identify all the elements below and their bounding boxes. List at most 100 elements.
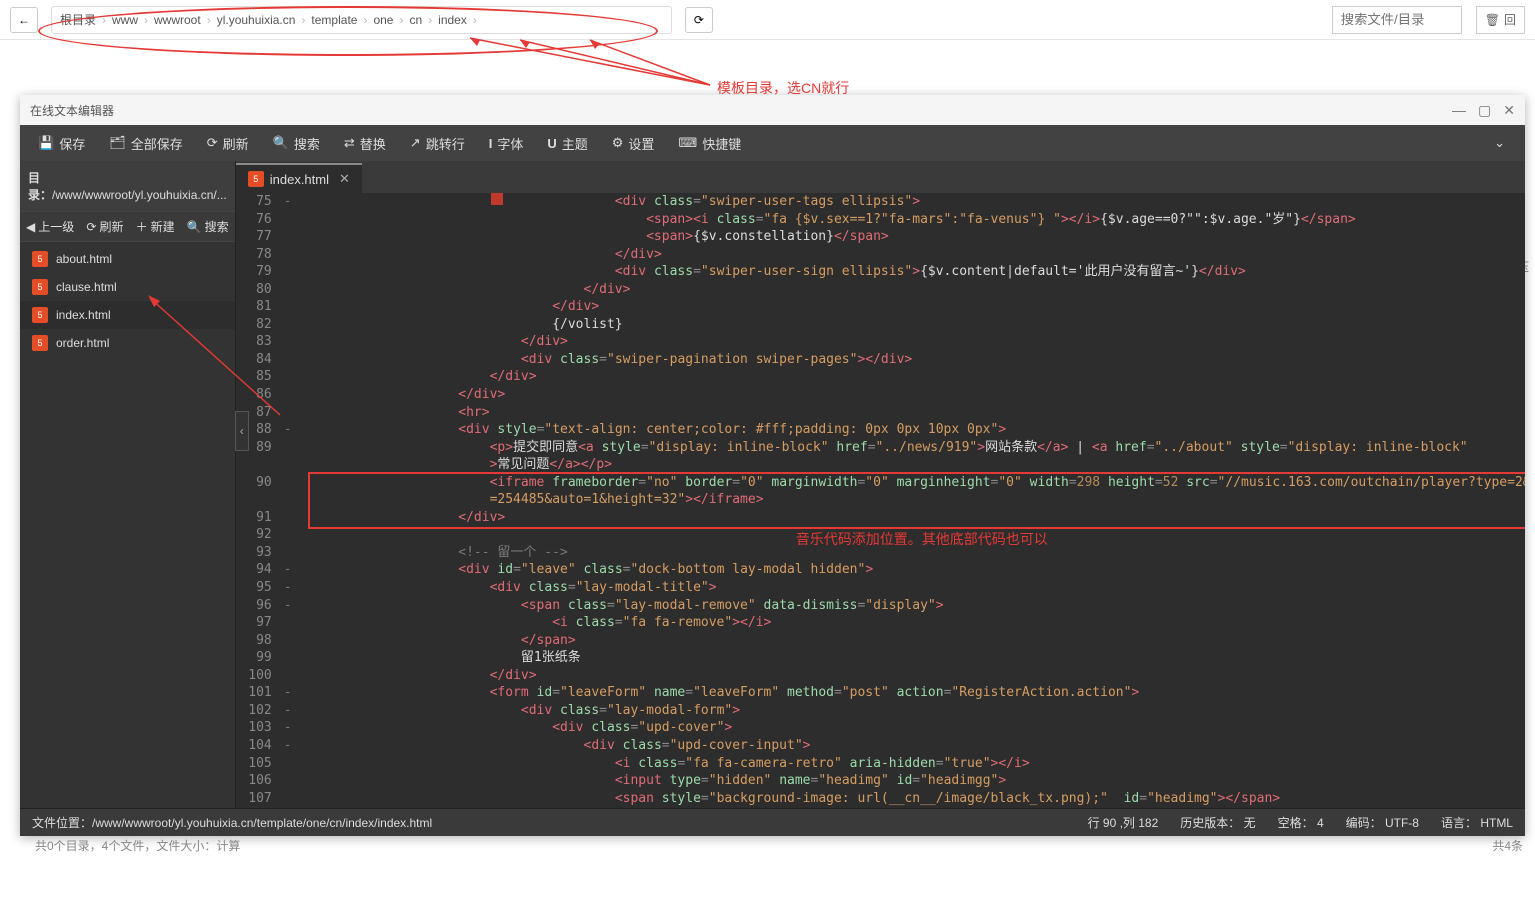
theme-button[interactable]: U 主题 [535, 125, 599, 161]
code-line[interactable]: 82 {/volist} [236, 316, 1525, 334]
code-line[interactable]: 91 </div> [236, 509, 1525, 527]
code-line[interactable]: 76 <span><i class="fa {$v.sex==1?"fa-mar… [236, 211, 1525, 229]
code-line[interactable]: 86 </div> [236, 386, 1525, 404]
annotation-top-text: 模板目录，选CN就行 [717, 78, 849, 98]
back-button[interactable]: ← [10, 7, 38, 33]
tab-bar: 5 index.html ✕ [236, 161, 1525, 193]
save-all-button[interactable]: 🗂 全部保存 [97, 125, 195, 161]
theme-label: 主题 [562, 134, 588, 153]
file-manager-topbar: ← 根目录›www›wwwroot›yl.youhuixia.cn›templa… [0, 0, 1535, 40]
tab-close-icon[interactable]: ✕ [339, 171, 350, 187]
tab-index-html[interactable]: 5 index.html ✕ [236, 163, 362, 193]
code-line[interactable]: 106 <input type="hidden" name="headimg" … [236, 772, 1525, 790]
settings-button[interactable]: ⚙ 设置 [600, 125, 667, 161]
sidebar-search-button[interactable]: 🔍 搜索 [187, 218, 229, 235]
status-cursor: 行 90 ,列 182 [1088, 814, 1159, 831]
code-line[interactable]: 89 <p>提交即同意<a style="display: inline-blo… [236, 439, 1525, 474]
sidebar-new-button[interactable]: ＋ 新建 [136, 218, 175, 235]
code-line[interactable]: 96- <span class="lay-modal-remove" data-… [236, 597, 1525, 615]
status-bar: 文件位置：/www/wwwroot/yl.youhuixia.cn/templa… [20, 808, 1525, 836]
font-button[interactable]: I 字体 [477, 125, 536, 161]
code-line[interactable]: 100 </div> [236, 667, 1525, 685]
sidebar-collapse-handle[interactable]: ‹ [235, 411, 249, 451]
chevron-right-icon: › [102, 13, 106, 27]
code-line[interactable]: 78 </div> [236, 246, 1525, 264]
code-line[interactable]: 85 </div> [236, 368, 1525, 386]
search-file-input[interactable] [1332, 6, 1462, 34]
code-line[interactable]: 101- <form id="leaveForm" name="leaveFor… [236, 684, 1525, 702]
breadcrumb-segment[interactable]: cn [409, 13, 422, 27]
code-line[interactable]: 88- <div style="text-align: center;color… [236, 421, 1525, 439]
trash-label: 回 [1504, 11, 1516, 28]
goto-label: 跳转行 [426, 134, 465, 153]
code-line[interactable]: 98 </span> [236, 632, 1525, 650]
sidebar-refresh-button[interactable]: ⟳ 刷新 [86, 218, 123, 235]
code-line[interactable]: 107 <span style="background-image: url(_… [236, 790, 1525, 808]
save-label: 保存 [59, 134, 85, 153]
breadcrumb-segment[interactable]: 根目录 [60, 11, 96, 28]
file-item[interactable]: 5about.html [20, 245, 235, 273]
refresh-button[interactable]: ⟳ 刷新 [195, 125, 261, 161]
html-file-icon: 5 [248, 171, 264, 187]
code-line[interactable]: 108 </div> [236, 807, 1525, 808]
minimize-icon[interactable]: — [1452, 102, 1466, 119]
trash-button[interactable]: 🗑 回 [1476, 6, 1525, 34]
status-history[interactable]: 历史版本： 无 [1180, 814, 1255, 831]
code-line[interactable]: 84 <div class="swiper-pagination swiper-… [236, 351, 1525, 369]
goto-button[interactable]: ↗ 跳转行 [398, 125, 477, 161]
chevron-right-icon: › [473, 13, 477, 27]
code-line[interactable]: 95- <div class="lay-modal-title"> [236, 579, 1525, 597]
breadcrumb-segment[interactable]: index [438, 13, 467, 27]
html-file-icon: 5 [32, 251, 48, 267]
expand-toolbar-icon[interactable]: ⌄ [1480, 125, 1519, 161]
code-line[interactable]: 90 <iframe frameborder="no" border="0" m… [236, 474, 1525, 509]
file-item[interactable]: 5clause.html [20, 273, 235, 301]
code-line[interactable]: 79 <div class="swiper-user-sign ellipsis… [236, 263, 1525, 281]
code-line[interactable]: 103- <div class="upd-cover"> [236, 719, 1525, 737]
shortcut-button[interactable]: ⌨ 快捷键 [666, 125, 753, 161]
close-icon[interactable]: ✕ [1503, 102, 1515, 119]
breadcrumb-segment[interactable]: one [373, 13, 393, 27]
breadcrumb-segment[interactable]: yl.youhuixia.cn [217, 13, 296, 27]
tab-label: index.html [270, 172, 329, 187]
replace-label: 替换 [360, 134, 386, 153]
html-file-icon: 5 [32, 279, 48, 295]
code-line[interactable]: 99 留1张纸条 [236, 649, 1525, 667]
code-line[interactable]: 102- <div class="lay-modal-form"> [236, 702, 1525, 720]
editor-window: 在线文本编辑器 — ▢ ✕ 💾 保存 🗂 全部保存 ⟳ 刷新 🔍 搜索 ⇄ 替换… [20, 95, 1525, 836]
shortcut-label: 快捷键 [702, 134, 741, 153]
code-area: 5 index.html ✕ ‹ 75- <div class="swiper-… [236, 161, 1525, 808]
chevron-right-icon: › [144, 13, 148, 27]
replace-button[interactable]: ⇄ 替换 [332, 125, 398, 161]
code-line[interactable]: 81 </div> [236, 298, 1525, 316]
code-line[interactable]: 83 </div> [236, 333, 1525, 351]
save-button[interactable]: 💾 保存 [26, 125, 97, 161]
code-line[interactable]: 87 <hr> [236, 404, 1525, 422]
code-line[interactable]: 77 <span>{$v.constellation}</span> [236, 228, 1525, 246]
editor-titlebar: 在线文本编辑器 — ▢ ✕ [20, 95, 1525, 125]
status-indent[interactable]: 空格： 4 [1278, 814, 1324, 831]
code-line[interactable]: 105 <i class="fa fa-camera-retro" aria-h… [236, 755, 1525, 773]
refresh-path-button[interactable]: ⟳ [685, 7, 713, 33]
code-line[interactable]: 97 <i class="fa fa-remove"></i> [236, 614, 1525, 632]
sidebar-up-button[interactable]: ◀ 上一级 [26, 218, 74, 235]
breadcrumb-segment[interactable]: wwwroot [154, 13, 201, 27]
code-line[interactable]: 80 </div> [236, 281, 1525, 299]
maximize-icon[interactable]: ▢ [1478, 102, 1491, 119]
status-encoding[interactable]: 编码： UTF-8 [1346, 814, 1419, 831]
dir-label: 目录： [28, 171, 52, 202]
status-lang[interactable]: 语言： HTML [1441, 814, 1513, 831]
breadcrumb-segment[interactable]: template [311, 13, 357, 27]
status-path: 文件位置：/www/wwwroot/yl.youhuixia.cn/templa… [32, 814, 432, 831]
file-item[interactable]: 5order.html [20, 329, 235, 357]
sb-search-label: 搜索 [205, 218, 229, 235]
code-editor[interactable]: 75- <div class="swiper-user-tags ellipsi… [236, 193, 1525, 808]
breadcrumb[interactable]: 根目录›www›wwwroot›yl.youhuixia.cn›template… [51, 6, 672, 34]
code-line[interactable]: 75- <div class="swiper-user-tags ellipsi… [236, 193, 1525, 211]
breadcrumb-segment[interactable]: www [112, 13, 138, 27]
code-line[interactable]: 104- <div class="upd-cover-input"> [236, 737, 1525, 755]
file-item[interactable]: 5index.html [20, 301, 235, 329]
search-button[interactable]: 🔍 搜索 [261, 125, 332, 161]
sb-new-label: 新建 [151, 218, 175, 235]
code-line[interactable]: 94- <div id="leave" class="dock-bottom l… [236, 561, 1525, 579]
